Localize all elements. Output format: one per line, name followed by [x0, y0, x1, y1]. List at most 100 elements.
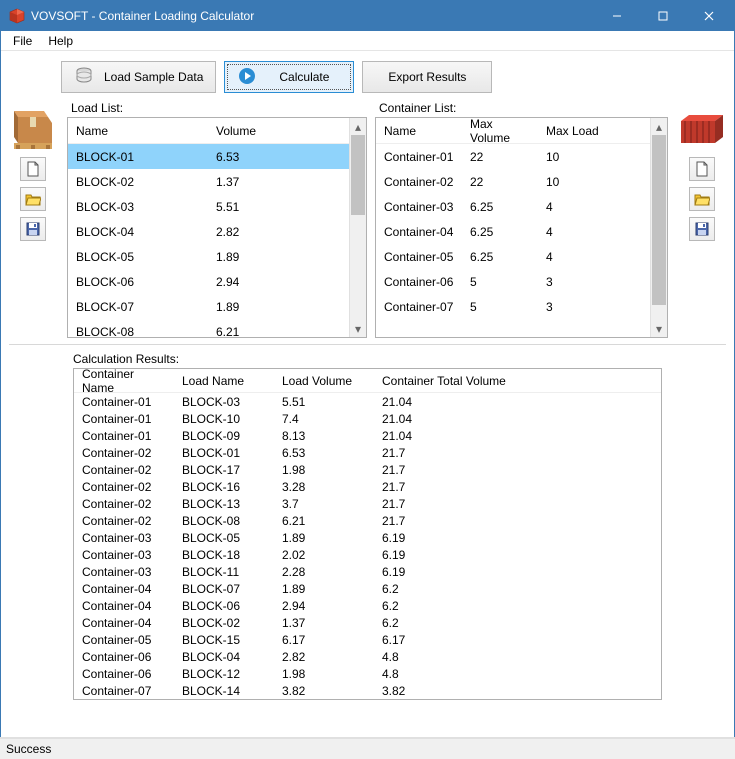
- cell-name: BLOCK-02: [68, 173, 208, 191]
- new-container-button[interactable]: [689, 157, 715, 181]
- load-list-panel: Name Volume BLOCK-016.53BLOCK-021.37BLOC…: [67, 117, 367, 338]
- table-row[interactable]: BLOCK-021.37: [68, 169, 349, 194]
- cell-name: BLOCK-01: [68, 148, 208, 166]
- table-row[interactable]: Container-04BLOCK-021.376.2: [74, 614, 661, 631]
- save-container-button[interactable]: [689, 217, 715, 241]
- col-name[interactable]: Name: [376, 120, 462, 142]
- table-row[interactable]: Container-046.254: [376, 219, 650, 244]
- cell-maxl: 10: [538, 173, 567, 191]
- cell-cn: Container-01: [74, 427, 174, 445]
- table-row[interactable]: Container-04BLOCK-071.896.2: [74, 580, 661, 597]
- cell-cn: Container-02: [74, 444, 174, 462]
- table-row[interactable]: Container-04BLOCK-062.946.2: [74, 597, 661, 614]
- load-list-side-toolbar: [7, 101, 59, 338]
- menu-file[interactable]: File: [5, 32, 40, 50]
- table-row[interactable]: BLOCK-035.51: [68, 194, 349, 219]
- table-row[interactable]: Container-03BLOCK-182.026.19: [74, 546, 661, 563]
- cell-ln: BLOCK-12: [174, 665, 274, 683]
- button-label: Load Sample Data: [104, 70, 203, 84]
- table-row[interactable]: Container-02BLOCK-171.9821.7: [74, 461, 661, 478]
- table-row[interactable]: Container-03BLOCK-112.286.19: [74, 563, 661, 580]
- table-row[interactable]: Container-02BLOCK-133.721.7: [74, 495, 661, 512]
- table-row[interactable]: Container-06BLOCK-121.984.8: [74, 665, 661, 682]
- table-row[interactable]: Container-0753: [376, 294, 650, 319]
- cell-ln: BLOCK-02: [174, 614, 274, 632]
- cell-cn: Container-02: [74, 512, 174, 530]
- cell-name: BLOCK-05: [68, 248, 208, 266]
- play-circle-icon: [237, 66, 257, 89]
- scrollbar[interactable]: ▴ ▾: [349, 118, 366, 337]
- cell-ctv: 6.2: [374, 614, 407, 632]
- table-row[interactable]: Container-02BLOCK-086.2121.7: [74, 512, 661, 529]
- cell-ctv: 4.8: [374, 648, 407, 666]
- table-row[interactable]: Container-01BLOCK-035.5121.04: [74, 393, 661, 410]
- calculate-button[interactable]: Calculate: [224, 61, 354, 93]
- cell-maxl: 4: [538, 248, 561, 266]
- col-name[interactable]: Name: [68, 120, 208, 142]
- cell-name: BLOCK-04: [68, 223, 208, 241]
- scroll-up-icon[interactable]: ▴: [350, 118, 366, 135]
- table-row[interactable]: BLOCK-016.53: [68, 144, 349, 169]
- table-row[interactable]: Container-0653: [376, 269, 650, 294]
- cell-name: Container-03: [376, 198, 462, 216]
- table-row[interactable]: BLOCK-051.89: [68, 244, 349, 269]
- table-row[interactable]: Container-056.254: [376, 244, 650, 269]
- table-row[interactable]: Container-02BLOCK-016.5321.7: [74, 444, 661, 461]
- table-row[interactable]: Container-01BLOCK-107.421.04: [74, 410, 661, 427]
- table-row[interactable]: Container-07BLOCK-143.823.82: [74, 682, 661, 699]
- table-row[interactable]: Container-022210: [376, 169, 650, 194]
- col-lv[interactable]: Load Volume: [274, 370, 374, 392]
- table-row[interactable]: Container-01BLOCK-098.1321.04: [74, 427, 661, 444]
- export-results-button[interactable]: Export Results: [362, 61, 492, 93]
- cell-cn: Container-01: [74, 410, 174, 428]
- table-row[interactable]: BLOCK-071.89: [68, 294, 349, 319]
- col-volume[interactable]: Volume: [208, 120, 264, 142]
- results-table[interactable]: Container-01BLOCK-035.5121.04Container-0…: [74, 393, 661, 699]
- cell-lv: 6.53: [274, 444, 374, 462]
- window-title: VOVSOFT - Container Loading Calculator: [31, 9, 594, 23]
- scroll-up-icon[interactable]: ▴: [651, 118, 667, 135]
- scroll-down-icon[interactable]: ▾: [651, 320, 667, 337]
- pallet-box-icon: [8, 107, 58, 151]
- scrollbar[interactable]: ▴ ▾: [650, 118, 667, 337]
- table-row[interactable]: Container-06BLOCK-042.824.8: [74, 648, 661, 665]
- load-sample-button[interactable]: Load Sample Data: [61, 61, 216, 93]
- cell-ctv: 21.7: [374, 512, 413, 530]
- table-row[interactable]: Container-036.254: [376, 194, 650, 219]
- cell-cn: Container-07: [74, 682, 174, 700]
- open-load-button[interactable]: [20, 187, 46, 211]
- open-container-button[interactable]: [689, 187, 715, 211]
- cell-ctv: 21.7: [374, 461, 413, 479]
- minimize-button[interactable]: [594, 1, 640, 31]
- cell-volume: 2.94: [208, 273, 247, 291]
- cell-cn: Container-04: [74, 580, 174, 598]
- scroll-down-icon[interactable]: ▾: [350, 320, 366, 337]
- maximize-button[interactable]: [640, 1, 686, 31]
- menu-help[interactable]: Help: [40, 32, 81, 50]
- cell-volume: 6.21: [208, 323, 247, 338]
- col-ctv[interactable]: Container Total Volume: [374, 370, 514, 392]
- table-row[interactable]: Container-02BLOCK-163.2821.7: [74, 478, 661, 495]
- load-list-table[interactable]: Name Volume BLOCK-016.53BLOCK-021.37BLOC…: [68, 118, 349, 337]
- cell-lv: 1.98: [274, 461, 374, 479]
- table-row[interactable]: BLOCK-086.21: [68, 319, 349, 337]
- col-maxv[interactable]: Max Volume: [462, 118, 538, 149]
- table-row[interactable]: BLOCK-042.82: [68, 219, 349, 244]
- cell-lv: 2.02: [274, 546, 374, 564]
- cell-volume: 1.89: [208, 298, 247, 316]
- col-maxl[interactable]: Max Load: [538, 120, 607, 142]
- cell-name: Container-05: [376, 248, 462, 266]
- scroll-thumb[interactable]: [351, 135, 365, 215]
- cell-ln: BLOCK-16: [174, 478, 274, 496]
- close-button[interactable]: [686, 1, 732, 31]
- new-load-button[interactable]: [20, 157, 46, 181]
- container-list-table[interactable]: Name Max Volume Max Load Container-01221…: [376, 118, 650, 337]
- cell-name: Container-02: [376, 173, 462, 191]
- table-row[interactable]: Container-05BLOCK-156.176.17: [74, 631, 661, 648]
- table-row[interactable]: Container-03BLOCK-051.896.19: [74, 529, 661, 546]
- save-load-button[interactable]: [20, 217, 46, 241]
- col-ln[interactable]: Load Name: [174, 370, 274, 392]
- table-row[interactable]: Container-012210: [376, 144, 650, 169]
- scroll-thumb[interactable]: [652, 135, 666, 305]
- table-row[interactable]: BLOCK-062.94: [68, 269, 349, 294]
